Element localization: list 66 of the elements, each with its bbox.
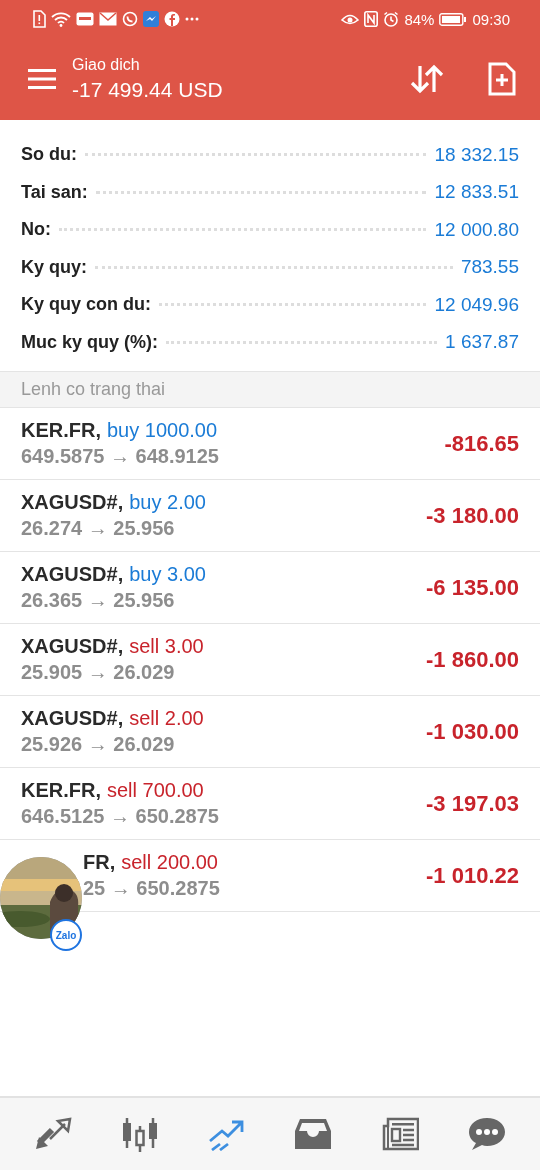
app-icon [76,12,94,26]
order-symbol: XAGUSD#, [21,491,124,514]
summary-value: 783.55 [460,256,519,279]
candlestick-icon[interactable] [121,1116,159,1152]
order-action: buy 3.00 [129,563,206,586]
order-action: buy 2.00 [129,491,206,514]
order-profit: -1 030.00 [426,718,519,745]
messenger-icon [143,11,159,27]
clock: 09:30 [472,10,510,28]
order-symbol: KER.FR, [21,779,101,802]
newspaper-icon[interactable] [380,1117,419,1151]
order-prices: 26.274 → 25.956 [21,517,176,540]
battery-icon [439,12,468,26]
summary-label: Ky quy: [21,256,87,278]
order-prices: 25.905 → 26.029 [21,661,176,684]
mail-icon [99,12,117,26]
order-prices: 649.5875 → 648.9125 [21,445,219,468]
order-symbol: FR, [83,851,116,874]
eye-icon [341,12,360,26]
trade-arrows-icon[interactable] [34,1117,73,1151]
order-profit: -3 180.00 [426,502,519,529]
alarm-icon [383,11,400,27]
order-prices: 646.5125 → 650.2875 [21,805,219,828]
order-symbol: KER.FR, [21,419,101,442]
summary-label: Ky quy con du: [21,294,151,316]
sort-icon[interactable] [410,64,444,94]
summary-value: 12 000.80 [434,218,519,241]
summary-value: 18 332.15 [434,143,519,166]
order-profit: -6 135.00 [426,574,519,601]
order-action: sell 3.00 [129,635,204,658]
summary-label: Tai san: [21,181,88,203]
order-action: sell 700.00 [107,779,204,802]
order-profit: -1 010.22 [426,862,519,889]
order-profit: -1 860.00 [426,646,519,673]
order-symbol: XAGUSD#, [21,707,124,730]
more-icon [185,17,199,21]
chat-bubble-icon[interactable] [467,1117,506,1151]
menu-icon[interactable] [28,69,56,89]
order-profit: -816.65 [444,430,519,457]
phone-bubble-icon [122,11,138,27]
order-symbol: XAGUSD#, [21,563,124,586]
order-profit: -3 197.03 [426,790,519,817]
section-header: Lenh co trang thai [0,371,540,408]
summary-value: 1 637.87 [445,331,519,354]
wifi-icon [51,11,71,27]
balance-total: -17 499.44 USD [72,78,224,102]
inbox-icon[interactable] [294,1117,333,1151]
sim-alert-icon [32,10,46,28]
order-prices: 26.365 → 25.956 [21,589,176,612]
order-prices: 25 → 650.2875 [83,877,220,900]
nfc-icon [364,11,379,27]
summary-label: So du: [21,144,77,166]
order-action: sell 200.00 [121,851,218,874]
facebook-icon [164,11,180,27]
order-prices: 25.926 → 26.029 [21,733,176,756]
summary-label: Muc ky quy (%): [21,331,158,353]
zalo-badge: Zalo [50,919,82,951]
screen-title: Giao dich [72,56,141,74]
summary-value: 12 049.96 [434,293,519,316]
summary-value: 12 833.51 [434,181,519,204]
summary-label: No: [21,219,51,241]
battery-percent: 84% [404,10,435,28]
order-action: buy 1000.00 [107,419,218,442]
order-action: sell 2.00 [129,707,204,730]
new-document-icon[interactable] [488,62,516,96]
order-symbol: XAGUSD#, [21,635,124,658]
